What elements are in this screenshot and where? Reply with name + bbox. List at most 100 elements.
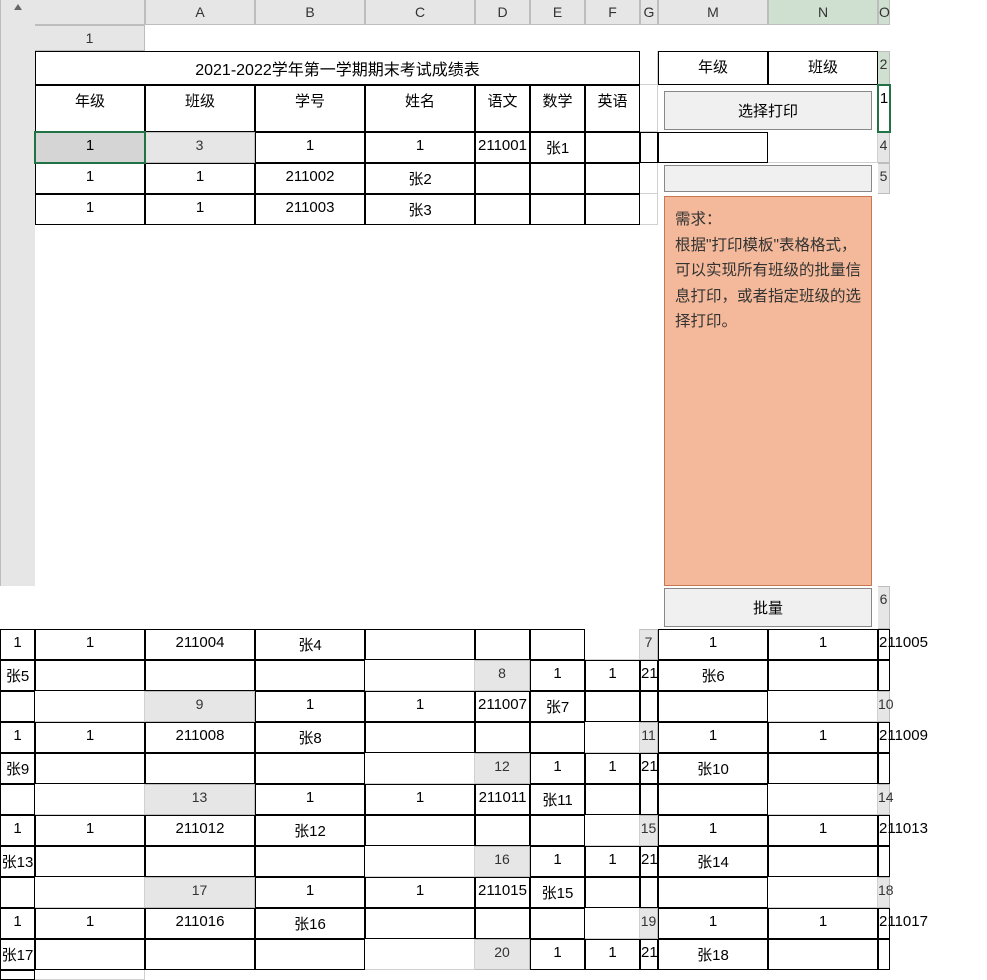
cell-G9[interactable]	[658, 691, 768, 722]
cell-F10[interactable]	[475, 722, 530, 753]
cell-A8[interactable]: 1	[530, 660, 585, 691]
col-header-M[interactable]: M	[658, 0, 768, 25]
th-grade[interactable]: 年级	[35, 85, 145, 132]
cell-B3[interactable]: 1	[365, 132, 475, 163]
cell-F20[interactable]	[878, 939, 890, 970]
cell-G5[interactable]	[585, 194, 640, 225]
cell-E11[interactable]	[35, 753, 145, 784]
cell-C19[interactable]: 211017	[878, 908, 890, 939]
cell-M2[interactable]	[640, 85, 658, 132]
row-header-16[interactable]: 16	[475, 846, 530, 877]
row-header-4[interactable]: 4	[878, 132, 890, 163]
cell-E20[interactable]	[768, 939, 878, 970]
cell-E14[interactable]	[365, 815, 475, 846]
cell-F15[interactable]	[145, 846, 255, 877]
cell-G7[interactable]	[255, 660, 365, 691]
cell-A13[interactable]: 1	[255, 784, 365, 815]
cell-E10[interactable]	[365, 722, 475, 753]
cell-A15[interactable]: 1	[658, 815, 768, 846]
th-id[interactable]: 学号	[255, 85, 365, 132]
cell-F18[interactable]	[475, 908, 530, 939]
cell-G19[interactable]	[255, 939, 365, 970]
row-header-13[interactable]: 13	[145, 784, 255, 815]
cell-B9[interactable]: 1	[365, 691, 475, 722]
cell-D7[interactable]: 张5	[0, 660, 35, 691]
print-batch-button[interactable]: 批量	[664, 588, 872, 627]
cell-G13[interactable]	[658, 784, 768, 815]
row-header-14[interactable]: 14	[878, 784, 890, 815]
cell-A10[interactable]: 1	[0, 722, 35, 753]
cell-M16[interactable]	[35, 877, 145, 908]
cell-M17[interactable]	[768, 877, 878, 908]
cell-C18[interactable]: 211016	[145, 908, 255, 939]
cell-D11[interactable]: 张9	[0, 753, 35, 784]
cell-D9[interactable]: 张7	[530, 691, 585, 722]
row-header-2[interactable]: 2	[878, 51, 890, 85]
cell-E8[interactable]	[768, 660, 878, 691]
vertical-scrollbar[interactable]	[0, 0, 35, 586]
th-name[interactable]: 姓名	[365, 85, 475, 132]
print-select-button[interactable]: 选择打印	[664, 91, 872, 130]
cell-F4[interactable]	[530, 163, 585, 194]
cell-G20[interactable]	[0, 970, 35, 980]
cell-D3[interactable]: 张1	[530, 132, 585, 163]
cell-C14[interactable]: 211012	[145, 815, 255, 846]
cell-A3[interactable]: 1	[255, 132, 365, 163]
cell-F7[interactable]	[145, 660, 255, 691]
cell-D12[interactable]: 张10	[658, 753, 768, 784]
cell-D6[interactable]: 张4	[255, 629, 365, 660]
cell-E6[interactable]	[365, 629, 475, 660]
cell-B8[interactable]: 1	[585, 660, 640, 691]
cell-G3[interactable]	[658, 132, 768, 163]
cell-F3[interactable]	[640, 132, 658, 163]
cell-E19[interactable]	[35, 939, 145, 970]
cell-C15[interactable]: 211013	[878, 815, 890, 846]
cell-G10[interactable]	[530, 722, 585, 753]
cell-F19[interactable]	[145, 939, 255, 970]
cell-D8[interactable]: 张6	[658, 660, 768, 691]
cell-D20[interactable]: 张18	[658, 939, 768, 970]
cell-E16[interactable]	[768, 846, 878, 877]
cell-F8[interactable]	[878, 660, 890, 691]
cell-M11[interactable]	[365, 753, 475, 784]
th-chinese[interactable]: 语文	[475, 85, 530, 132]
cell-A4[interactable]: 1	[35, 163, 145, 194]
th-english[interactable]: 英语	[585, 85, 640, 132]
cell-M15[interactable]	[365, 846, 475, 877]
cell-C20[interactable]: 211018	[640, 939, 658, 970]
cell-C16[interactable]: 211014	[640, 846, 658, 877]
row-header-15[interactable]: 15	[640, 815, 658, 846]
cell-C6[interactable]: 211004	[145, 629, 255, 660]
cell-C3[interactable]: 211001	[475, 132, 530, 163]
cell-E15[interactable]	[35, 846, 145, 877]
cell-F12[interactable]	[878, 753, 890, 784]
cell-D18[interactable]: 张16	[255, 908, 365, 939]
cell-E3[interactable]	[585, 132, 640, 163]
row-header-9[interactable]: 9	[145, 691, 255, 722]
cell-E18[interactable]	[365, 908, 475, 939]
cell-G8[interactable]	[0, 691, 35, 722]
col-header-O[interactable]: O	[878, 0, 890, 25]
cell-G18[interactable]	[530, 908, 585, 939]
cell-D10[interactable]: 张8	[255, 722, 365, 753]
cell-G11[interactable]	[255, 753, 365, 784]
cell-F11[interactable]	[145, 753, 255, 784]
cell-M4[interactable]	[640, 163, 658, 194]
col-header-G[interactable]: G	[640, 0, 658, 25]
cell-F13[interactable]	[640, 784, 658, 815]
cell-M6[interactable]	[585, 629, 640, 660]
cell-G6[interactable]	[530, 629, 585, 660]
cell-M20[interactable]	[35, 970, 145, 980]
cell-A19[interactable]: 1	[658, 908, 768, 939]
cell-A20[interactable]: 1	[530, 939, 585, 970]
cell-C17[interactable]: 211015	[475, 877, 530, 908]
cell-D15[interactable]: 张13	[0, 846, 35, 877]
cell-C10[interactable]: 211008	[145, 722, 255, 753]
cell-A18[interactable]: 1	[0, 908, 35, 939]
cell-A5[interactable]: 1	[35, 194, 145, 225]
cell-D16[interactable]: 张14	[658, 846, 768, 877]
cell-E12[interactable]	[768, 753, 878, 784]
right-header-class[interactable]: 班级	[768, 51, 878, 85]
cell-F5[interactable]	[530, 194, 585, 225]
cell-E5[interactable]	[475, 194, 530, 225]
